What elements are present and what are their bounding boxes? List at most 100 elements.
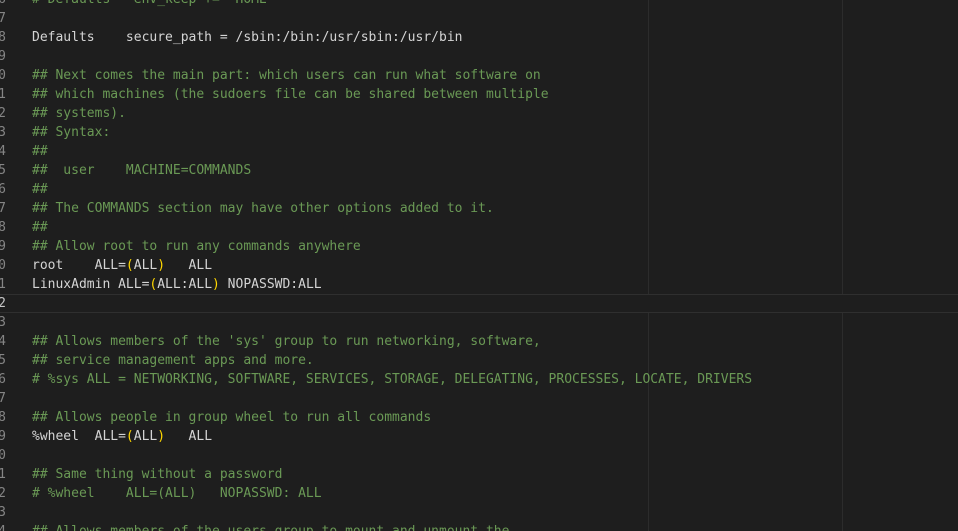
code-line[interactable]: 9 ## Allow root to run any commands anywh… (0, 237, 958, 256)
line-number: 6 (0, 372, 6, 387)
code-line[interactable]: 4 ## Allows members of the users group to… (0, 522, 958, 531)
current-code-line[interactable]: 2 (0, 294, 958, 313)
line-number: 7 (0, 201, 6, 216)
line-number: 9 (0, 49, 6, 64)
line-text: ## Allows members of the users group to … (32, 522, 509, 531)
line-text: ## user MACHINE=COMMANDS (32, 161, 251, 180)
bracket-token: ( (125, 258, 134, 273)
line-number: 3 (0, 125, 6, 140)
comment-token: ## Next comes the main part: which users… (32, 68, 541, 83)
code-line[interactable]: 6 ## (0, 180, 958, 199)
line-number: 8 (0, 220, 6, 235)
line-number: 7 (0, 391, 6, 406)
code-token: %wheel ALL= (32, 429, 126, 444)
line-text: ## Syntax: (32, 123, 110, 142)
line-number: 4 (0, 334, 6, 349)
code-line[interactable]: 8 ## (0, 218, 958, 237)
line-number: 5 (0, 163, 6, 178)
line-number: 1 (0, 467, 6, 482)
line-number: 9 (0, 429, 6, 444)
code-line[interactable]: 1 ## Same thing without a password (0, 465, 958, 484)
editor-lines[interactable]: 6 # Defaults env_keep += "HOME" 7 8 Defaults… (0, 0, 958, 531)
bracket-token: ) (212, 277, 220, 292)
bracket-token: ) (157, 429, 166, 444)
code-token: ALL (133, 258, 158, 273)
line-text: ## The COMMANDS section may have other o… (32, 199, 494, 218)
line-text: # %wheel ALL=(ALL) NOPASSWD: ALL (32, 484, 322, 503)
comment-token: ## Allows people in group wheel to run a… (32, 410, 432, 425)
code-line[interactable]: 7 (0, 9, 958, 28)
bracket-token: ) (157, 258, 166, 273)
comment-token: # %sys ALL = NETWORKING, SOFTWARE, SERVI… (32, 372, 753, 387)
code-line[interactable]: 9 (0, 47, 958, 66)
line-number: 4 (0, 522, 6, 531)
code-line[interactable]: 3 (0, 503, 958, 522)
comment-token: ## which machines (the sudoers file can … (32, 87, 549, 102)
code-line[interactable]: 0 (0, 446, 958, 465)
code-line[interactable]: 6 # Defaults env_keep += "HOME" (0, 0, 958, 9)
code-token: root ALL= (32, 258, 126, 273)
code-line[interactable]: 8 ## Allows people in group wheel to run … (0, 408, 958, 427)
comment-token: ## (32, 144, 48, 159)
code-line[interactable]: 3 (0, 313, 958, 332)
comment-token: ## Allow root to run any commands anywhe… (32, 239, 361, 254)
comment-token: ## (32, 182, 48, 197)
line-text: ## Same thing without a password (32, 465, 282, 484)
code-line[interactable]: 5 ## service management apps and more. (0, 351, 958, 370)
line-number: 2 (0, 106, 6, 121)
comment-token: ## service management apps and more. (32, 353, 314, 368)
comment-token: ## Syntax: (32, 125, 111, 140)
line-number: 0 (0, 68, 6, 83)
line-text: ## Next comes the main part: which users… (32, 66, 541, 85)
line-text: ## (32, 218, 48, 237)
line-number: 8 (0, 30, 6, 45)
code-line[interactable]: 3 ## Syntax: (0, 123, 958, 142)
code-editor[interactable]: 6 # Defaults env_keep += "HOME" 7 8 Defaults… (0, 0, 958, 531)
comment-token: ## (32, 220, 48, 235)
code-line[interactable]: 7 ## The COMMANDS section may have other … (0, 199, 958, 218)
line-number: 5 (0, 353, 6, 368)
code-token: ALL (165, 258, 213, 273)
line-text: Defaults secure_path = /sbin:/bin:/usr/s… (32, 28, 462, 47)
code-line[interactable]: 9 %wheel ALL=(ALL) ALL (0, 427, 958, 446)
comment-token: ## Same thing without a password (32, 467, 283, 482)
code-line[interactable]: 8 Defaults secure_path = /sbin:/bin:/usr/… (0, 28, 958, 47)
line-number: 1 (0, 87, 6, 102)
line-text: ## Allows people in group wheel to run a… (32, 408, 431, 427)
line-text: ## Allows members of the 'sys' group to … (32, 332, 541, 351)
code-line[interactable]: 2 ## systems). (0, 104, 958, 123)
line-number: 2 (0, 486, 6, 501)
code-token: ALL (133, 429, 158, 444)
code-token: LinuxAdmin ALL= (32, 277, 150, 292)
line-text: ## (32, 142, 48, 161)
line-text: ## systems). (32, 104, 126, 123)
code-line[interactable]: 7 (0, 389, 958, 408)
code-line[interactable]: 4 ## Allows members of the 'sys' group to… (0, 332, 958, 351)
line-text: # Defaults env_keep += "HOME" (32, 0, 275, 9)
code-line[interactable]: 4 ## (0, 142, 958, 161)
line-text: root ALL=(ALL) ALL (32, 256, 212, 275)
line-number: 6 (0, 0, 6, 9)
line-text: %wheel ALL=(ALL) ALL (32, 427, 212, 446)
code-line[interactable]: 0 ## Next comes the main part: which user… (0, 66, 958, 85)
comment-token: # Defaults env_keep += "HOME" (32, 0, 275, 7)
comment-token: ## The COMMANDS section may have other o… (32, 201, 494, 216)
comment-token: # %wheel ALL=(ALL) NOPASSWD: ALL (32, 486, 322, 501)
line-number: 7 (0, 11, 6, 26)
line-text: ## (32, 180, 48, 199)
code-line[interactable]: 2 # %wheel ALL=(ALL) NOPASSWD: ALL (0, 484, 958, 503)
comment-token: ## Allows members of the users group to … (32, 524, 509, 531)
line-number: 6 (0, 182, 6, 197)
line-number: 3 (0, 505, 6, 520)
code-line[interactable]: 0 root ALL=(ALL) ALL (0, 256, 958, 275)
code-line[interactable]: 1 LinuxAdmin ALL=(ALL:ALL) NOPASSWD:ALL (0, 275, 958, 294)
code-line[interactable]: 1 ## which machines (the sudoers file can… (0, 85, 958, 104)
code-line[interactable]: 5 ## user MACHINE=COMMANDS (0, 161, 958, 180)
line-text: ## Allow root to run any commands anywhe… (32, 237, 361, 256)
line-text: LinuxAdmin ALL=(ALL:ALL) NOPASSWD:ALL (32, 275, 322, 294)
line-number: 1 (0, 277, 6, 292)
code-line[interactable]: 6 # %sys ALL = NETWORKING, SOFTWARE, SERV… (0, 370, 958, 389)
line-number: 0 (0, 448, 6, 463)
comment-token: ## systems). (32, 106, 126, 121)
line-text: # %sys ALL = NETWORKING, SOFTWARE, SERVI… (32, 370, 752, 389)
